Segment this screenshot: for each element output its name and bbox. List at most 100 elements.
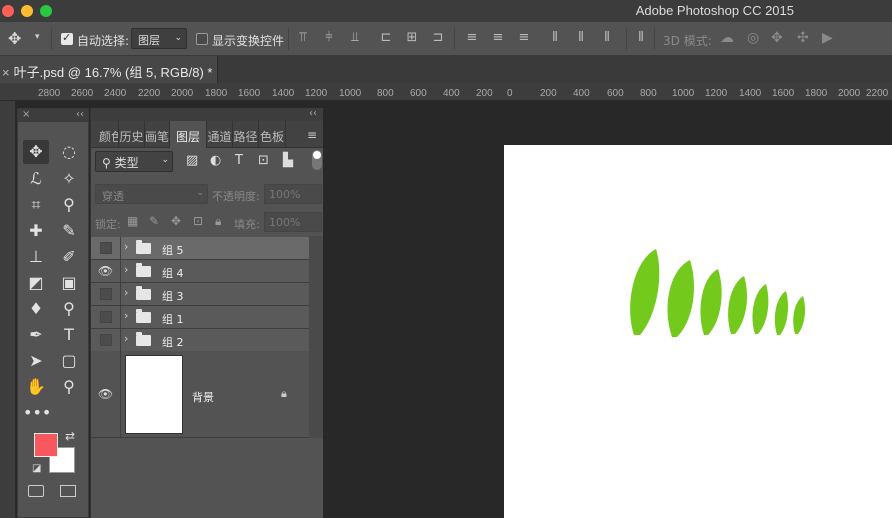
foreground-color-swatch-top[interactable] (34, 433, 58, 457)
auto-align-icon[interactable]: ⦀ (634, 30, 648, 46)
swap-colors-icon[interactable]: ⇄ (65, 429, 75, 443)
blend-mode-select[interactable]: 穿透 ⌄ (95, 184, 208, 204)
align-left-icon[interactable]: ⊏ (379, 30, 393, 46)
align-top-icon[interactable]: ⫪ (296, 30, 310, 46)
blur-tool-icon[interactable]: ♦ (23, 297, 49, 321)
shape-filter-icon[interactable]: ⊡ (258, 153, 269, 168)
distribute-hcenter-icon[interactable]: ⫴ (574, 30, 588, 46)
chevron-down-icon[interactable]: ▾ (35, 32, 40, 42)
type-tool-icon[interactable]: T (56, 323, 82, 347)
lock-all-icon[interactable]: 🔒︎ (215, 214, 221, 229)
align-right-icon[interactable]: ⊐ (431, 30, 445, 46)
eraser-tool-icon[interactable]: ◩ (23, 271, 49, 295)
adjustment-filter-icon[interactable]: ◐ (210, 153, 221, 168)
pen-tool-icon[interactable]: ✒ (23, 323, 49, 347)
gradient-tool-icon[interactable]: ▣ (56, 271, 82, 295)
panel-menu-icon[interactable]: ≡ (307, 128, 317, 142)
stamp-tool-icon[interactable]: ⊥ (23, 245, 49, 269)
background-layer-row[interactable]: 👁︎ 背景 🔒︎ (91, 351, 309, 438)
tab-brush[interactable]: 画笔 (145, 121, 170, 148)
roll-3d-icon[interactable]: ◎ (747, 30, 759, 46)
lasso-tool-icon[interactable]: ℒ (23, 167, 49, 191)
tab-layers[interactable]: 图层 (170, 121, 207, 148)
layer-row[interactable]: › 组 3 (91, 283, 309, 306)
align-hcenter-icon[interactable]: ⊞ (405, 30, 419, 46)
opacity-input[interactable]: 100% (264, 184, 322, 204)
close-tab-icon[interactable]: × (2, 65, 10, 80)
chevron-right-icon[interactable]: › (124, 309, 128, 322)
screen-mode-icon[interactable] (60, 485, 76, 497)
auto-select-target-select[interactable]: 图层 ⌄ (131, 28, 187, 49)
scrollbar[interactable] (309, 236, 324, 438)
healing-brush-tool-icon[interactable]: ✚ (23, 219, 49, 243)
more-tools-icon[interactable]: ••• (23, 401, 51, 425)
marquee-tool-icon[interactable]: ◌ (56, 140, 82, 164)
visibility-toggle[interactable] (91, 306, 121, 328)
brush-tool-icon[interactable]: ✎ (56, 219, 82, 243)
slide-3d-icon[interactable]: ✣ (797, 30, 809, 46)
chevron-right-icon[interactable]: › (124, 263, 128, 276)
chevron-right-icon[interactable]: › (124, 286, 128, 299)
layer-row[interactable]: › 组 2 (91, 329, 309, 352)
layer-filter-select[interactable]: ⚲ 类型 ⌄ (95, 151, 173, 172)
type-filter-icon[interactable]: T (235, 153, 243, 168)
minimize-window-button[interactable] (21, 5, 33, 17)
show-transform-checkbox[interactable] (196, 33, 208, 45)
move-tool-icon[interactable]: ✥ (23, 140, 49, 164)
canvas-area[interactable] (323, 101, 892, 518)
tab-paths[interactable]: 路径 (233, 121, 259, 148)
tab-history[interactable]: 历史 (119, 121, 145, 148)
close-icon[interactable]: × (22, 109, 30, 120)
collapse-icon[interactable]: ‹‹ (76, 109, 84, 120)
eyedropper-tool-icon[interactable]: ⚲ (56, 193, 82, 217)
collapse-icon[interactable]: ‹‹ (309, 108, 317, 119)
path-selection-tool-icon[interactable]: ➤ (23, 349, 49, 373)
layer-row[interactable]: › 组 5 (91, 237, 309, 260)
filter-toggle[interactable] (312, 150, 322, 170)
chevron-right-icon[interactable]: › (124, 240, 128, 253)
hand-tool-icon[interactable]: ✋ (23, 375, 49, 399)
auto-select-checkbox[interactable] (61, 31, 73, 45)
fill-input[interactable]: 100% (264, 212, 322, 232)
drag-3d-icon[interactable]: ✥ (771, 30, 783, 46)
history-brush-tool-icon[interactable]: ✐ (56, 245, 82, 269)
distribute-vcenter-icon[interactable]: ≡ (491, 30, 505, 46)
distribute-right-icon[interactable]: ⫴ (600, 30, 614, 46)
document-tab[interactable]: × 叶子.psd @ 16.7% (组 5, RGB/8) * (0, 56, 218, 83)
lock-image-icon[interactable]: ✎ (149, 214, 159, 228)
lock-transparent-icon[interactable]: ▦ (127, 214, 138, 228)
scale-3d-icon[interactable]: ▶ (822, 30, 833, 46)
smart-object-filter-icon[interactable]: ▙ (283, 153, 293, 168)
tab-swatches[interactable]: 色板 (259, 121, 286, 148)
eye-icon[interactable]: 👁︎ (91, 351, 121, 438)
tab-color[interactable]: 颜色 (91, 121, 119, 148)
pixel-filter-icon[interactable]: ▨ (186, 153, 198, 168)
quick-mask-icon[interactable] (28, 485, 44, 497)
rotate-3d-icon[interactable]: ☁ (720, 30, 734, 46)
visibility-toggle[interactable] (91, 237, 121, 259)
layer-row[interactable]: › 组 1 (91, 306, 309, 329)
chevron-right-icon[interactable]: › (124, 332, 128, 345)
align-bottom-icon[interactable]: ⫫ (348, 30, 362, 46)
eye-icon[interactable]: 👁︎ (91, 260, 121, 282)
distribute-bottom-icon[interactable]: ≡ (517, 30, 531, 46)
distribute-left-icon[interactable]: ⫴ (548, 30, 562, 46)
default-colors-icon[interactable]: ◪ (32, 463, 41, 474)
shape-tool-icon[interactable]: ▢ (56, 349, 82, 373)
zoom-tool-icon[interactable]: ⚲ (56, 375, 82, 399)
lock-artboard-icon[interactable]: ⊡ (193, 214, 203, 228)
zoom-window-button[interactable] (40, 5, 52, 17)
document-canvas[interactable] (504, 145, 892, 518)
dodge-tool-icon[interactable]: ⚲ (56, 297, 82, 321)
align-vcenter-icon[interactable]: ⫩ (322, 30, 336, 46)
visibility-toggle[interactable] (91, 283, 121, 305)
close-window-button[interactable] (2, 5, 14, 17)
distribute-top-icon[interactable]: ≡ (465, 30, 479, 46)
visibility-toggle[interactable] (91, 329, 121, 351)
layer-row[interactable]: 👁︎ › 组 4 (91, 260, 309, 283)
move-tool-icon[interactable]: ✥ (8, 29, 21, 48)
tab-channels[interactable]: 通道 (207, 121, 233, 148)
lock-position-icon[interactable]: ✥ (171, 214, 181, 228)
magic-wand-tool-icon[interactable]: ✧ (56, 167, 82, 191)
crop-tool-icon[interactable]: ⌗ (23, 193, 49, 217)
